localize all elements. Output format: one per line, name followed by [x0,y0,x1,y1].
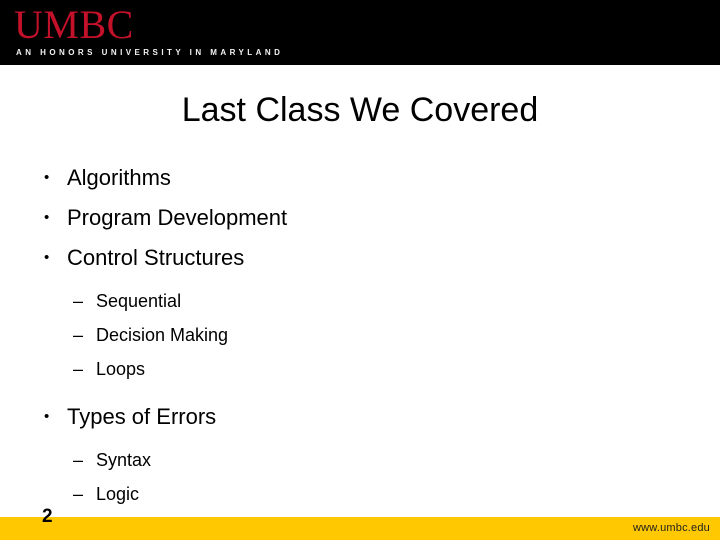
dash-marker-icon: – [73,291,84,311]
dash-marker-icon: – [73,359,84,379]
dash-marker-icon: – [73,450,84,470]
sub-list-item-label: Logic [96,484,140,504]
dash-marker-icon: – [73,325,84,345]
bullet-marker-icon: • [44,249,50,266]
sub-list-item: – Syntax [73,443,684,477]
page-number: 2 [42,506,53,527]
list-item-label: Control Structures [67,245,245,270]
sub-list-item-label: Sequential [96,291,182,311]
sub-list-item-label: Loops [96,359,146,379]
umbc-tagline: AN HONORS UNIVERSITY IN MARYLAND [16,48,284,57]
footer-bar [0,517,720,540]
list-item: • Control Structures [44,238,684,278]
sub-list-item: – Decision Making [73,318,684,352]
sub-list-item-label: Syntax [96,450,152,470]
list-item: • Types of Errors [44,397,684,437]
umbc-wordmark: UMBC [14,2,134,47]
bullet-marker-icon: • [44,169,50,186]
slide-title: Last Class We Covered [181,91,539,129]
list-item-label: Algorithms [67,165,171,190]
list-item-label: Program Development [67,205,288,230]
sub-list-item: – Loops [73,352,684,386]
dash-marker-icon: – [73,484,84,504]
bullet-marker-icon: • [44,209,50,226]
footer-url: www.umbc.edu [633,522,710,534]
header-band: UMBC AN HONORS UNIVERSITY IN MARYLAND [0,0,720,65]
sub-list-item-label: Decision Making [96,325,229,345]
sub-list-item: – Sequential [73,284,684,318]
umbc-logo: UMBC AN HONORS UNIVERSITY IN MARYLAND [14,5,283,58]
list-item: • Program Development [44,198,684,238]
slide-canvas: UMBC AN HONORS UNIVERSITY IN MARYLAND La… [0,0,720,540]
bullet-list: • Algorithms • Program Development • Con… [44,158,684,511]
list-item-label: Types of Errors [67,404,217,429]
list-item: • Algorithms [44,158,684,198]
bullet-marker-icon: • [44,408,50,425]
sub-list-item: – Logic [73,477,684,511]
